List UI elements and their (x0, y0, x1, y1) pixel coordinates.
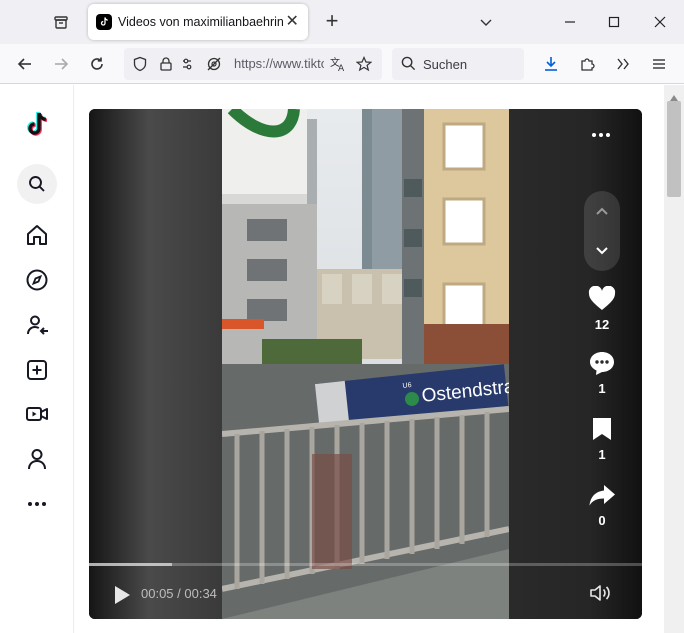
close-window-button[interactable] (646, 8, 674, 36)
overflow-chevron-icon[interactable] (609, 50, 637, 78)
share-count: 0 (598, 513, 606, 528)
comment-action[interactable]: 1 (582, 347, 622, 396)
reload-icon[interactable] (83, 50, 111, 78)
comment-bubble-icon[interactable] (586, 347, 618, 379)
back-arrow-icon[interactable] (11, 50, 39, 78)
minimize-button[interactable] (556, 8, 584, 36)
tiktok-sidebar (0, 85, 74, 633)
video-more-options-button[interactable] (581, 125, 621, 145)
bookmark-icon[interactable] (586, 413, 618, 445)
share-action[interactable]: 0 (582, 479, 622, 528)
heart-icon[interactable] (586, 283, 618, 315)
video-blur-right (509, 109, 642, 619)
browser-tab-strip: Videos von maximilianbaehring ✕ + (0, 0, 684, 44)
like-count: 12 (594, 317, 610, 332)
video-progress-bar[interactable] (89, 563, 642, 566)
more-dots-icon[interactable] (19, 486, 55, 522)
forward-arrow-icon[interactable] (47, 50, 75, 78)
new-tab-button[interactable]: + (318, 8, 346, 36)
lock-icon[interactable] (158, 56, 174, 77)
comment-count: 1 (598, 381, 606, 396)
search-icon (401, 56, 416, 76)
search-icon (29, 176, 45, 192)
translate-icon[interactable]: 文A (330, 56, 348, 77)
save-action[interactable]: 1 (582, 413, 622, 462)
browser-tab-active[interactable]: Videos von maximilianbaehring ✕ (88, 4, 308, 40)
tab-list-chevron-icon[interactable] (472, 8, 500, 36)
page-content: Ostendstraße U6 12 1 1 0 00:05 / 00:34 (0, 85, 684, 633)
profile-icon[interactable] (19, 441, 55, 477)
page-scrollbar[interactable] (664, 85, 684, 633)
scrollbar-thumb[interactable] (667, 101, 681, 197)
url-bar[interactable]: https://www.tiktok.com 文A (124, 48, 382, 80)
permissions-icon[interactable] (182, 56, 200, 77)
home-icon[interactable] (19, 217, 55, 253)
video-progress-fill (89, 563, 172, 566)
tab-title: Videos von maximilianbaehring (118, 15, 283, 29)
volume-icon[interactable] (589, 582, 615, 606)
save-count: 1 (598, 447, 606, 462)
downloads-icon[interactable] (537, 50, 565, 78)
video-player[interactable]: Ostendstraße U6 12 1 1 0 00:05 / 00:34 (89, 109, 642, 619)
video-time: 00:05 / 00:34 (141, 586, 217, 601)
hamburger-menu-icon[interactable] (645, 50, 673, 78)
extensions-icon[interactable] (573, 50, 601, 78)
video-frame: Ostendstraße U6 (222, 109, 509, 619)
live-camera-icon[interactable] (19, 396, 55, 432)
line-badge: U6 (402, 382, 412, 390)
tiktok-favicon (96, 14, 112, 30)
previous-video-chevron-up-icon[interactable] (584, 191, 620, 231)
explore-compass-icon[interactable] (19, 262, 55, 298)
svg-text:A: A (338, 64, 345, 72)
like-action[interactable]: 12 (582, 283, 622, 332)
bookmark-star-icon[interactable] (355, 56, 373, 77)
next-video-chevron-down-icon[interactable] (584, 231, 620, 271)
tab-close-icon[interactable]: ✕ (285, 14, 300, 30)
tiktok-logo-icon[interactable] (19, 107, 55, 143)
share-arrow-icon[interactable] (586, 479, 618, 511)
upload-plus-icon[interactable] (19, 352, 55, 388)
tab-overview-icon[interactable] (46, 8, 76, 36)
browser-nav-bar: https://www.tiktok.com 文A Suchen (0, 44, 684, 84)
tracking-protection-off-icon[interactable] (206, 56, 222, 77)
video-nav-control (584, 191, 620, 271)
video-blur-left (89, 109, 222, 619)
search-placeholder: Suchen (423, 57, 468, 72)
shield-icon[interactable] (132, 56, 148, 77)
following-users-icon[interactable] (19, 307, 55, 343)
maximize-button[interactable] (600, 8, 628, 36)
play-icon[interactable] (111, 584, 133, 606)
sidebar-search-button[interactable] (17, 164, 57, 204)
url-text[interactable]: https://www.tiktok.com (234, 56, 324, 71)
browser-search-bar[interactable]: Suchen (392, 48, 524, 80)
